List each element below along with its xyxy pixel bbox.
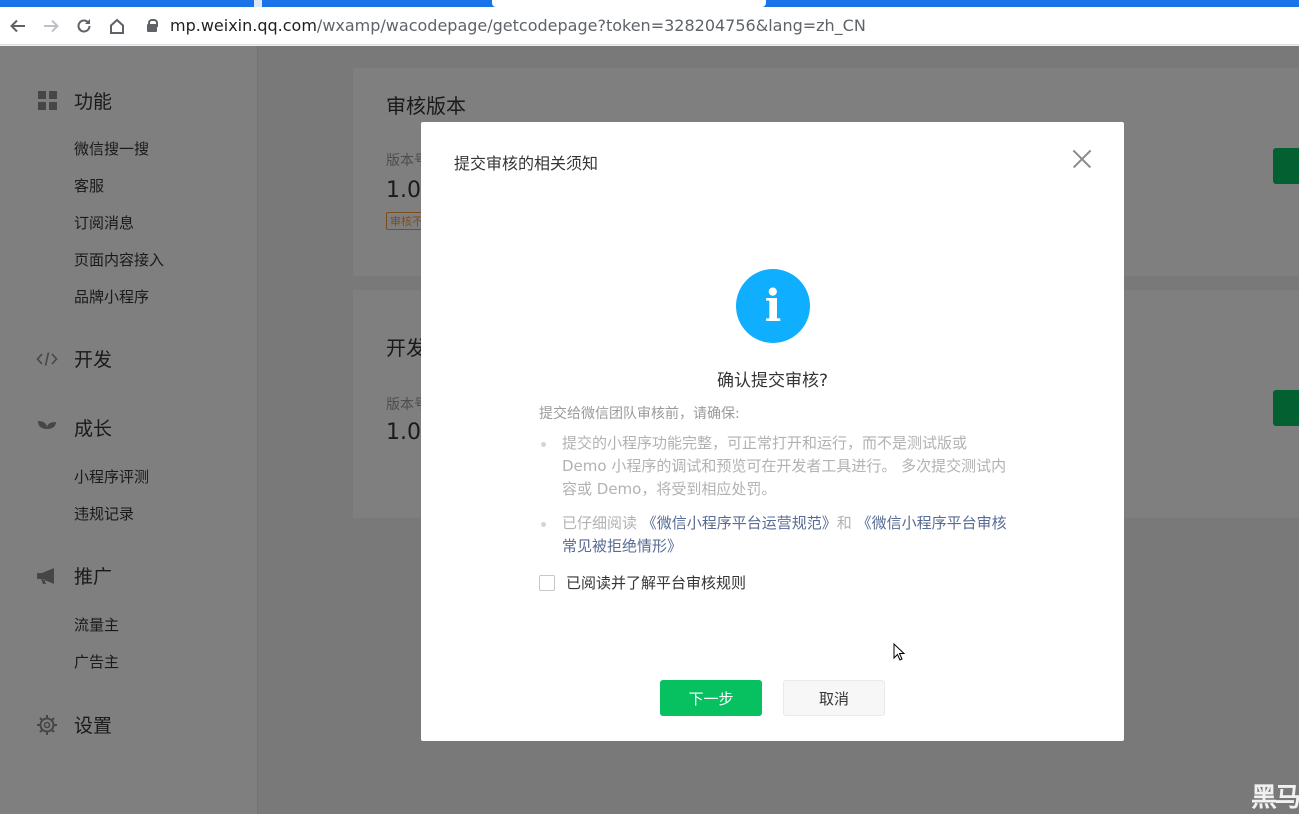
agree-label: 已阅读并了解平台审核规则: [566, 574, 747, 592]
home-icon[interactable]: [100, 9, 133, 42]
rule-item: 提交的小程序功能完整，可正常打开和运行，而不是测试版或 Demo 小程序的调试和…: [539, 432, 1009, 501]
watermark-logo: 黑马: [1250, 783, 1299, 813]
lock-icon[interactable]: [147, 19, 158, 32]
rule-text: 提交的小程序功能完整，可正常打开和运行，而不是测试版或 Demo 小程序的调试和…: [562, 434, 1007, 498]
reload-icon[interactable]: [67, 9, 100, 42]
forward-arrow-icon[interactable]: [34, 9, 67, 42]
rule-text: 已仔细阅读: [562, 514, 642, 532]
info-icon: i: [736, 269, 810, 343]
dialog-title: 提交审核的相关须知: [454, 154, 599, 173]
submit-review-dialog: 提交审核的相关须知 i 确认提交审核? 提交给微信团队审核前，请确保: 提交的小…: [421, 122, 1124, 741]
browser-tab-strip: [0, 0, 1299, 7]
operation-rules-link[interactable]: 《微信小程序平台运营规范》: [642, 514, 837, 532]
cancel-button[interactable]: 取消: [783, 680, 885, 716]
browser-tab-inactive[interactable]: [254, 0, 262, 7]
agree-checkbox[interactable]: [539, 574, 555, 591]
url-host: mp.weixin.qq.com: [170, 16, 317, 35]
rule-text: 和: [836, 514, 857, 532]
bullet-dot: [541, 442, 546, 447]
next-button[interactable]: 下一步: [660, 680, 762, 716]
confirm-title: 确认提交审核?: [716, 371, 829, 391]
address-bar[interactable]: mp.weixin.qq.com/wxamp/wacodepage/getcod…: [147, 11, 866, 41]
bullet-dot: [541, 522, 546, 527]
close-icon[interactable]: [1072, 149, 1092, 169]
intro-text: 提交给微信团队审核前，请确保:: [539, 406, 740, 422]
mouse-cursor-icon: [893, 642, 906, 661]
url-path: /wxamp/wacodepage/getcodepage?token=3282…: [316, 16, 866, 35]
rule-item: 已仔细阅读 《微信小程序平台运营规范》和 《微信小程序平台审核常见被拒绝情形》: [539, 512, 1009, 558]
agree-checkbox-row[interactable]: 已阅读并了解平台审核规则: [539, 572, 746, 593]
browser-toolbar: mp.weixin.qq.com/wxamp/wacodepage/getcod…: [0, 7, 1299, 45]
browser-tab-active[interactable]: [492, 0, 766, 7]
back-arrow-icon[interactable]: [1, 9, 34, 42]
